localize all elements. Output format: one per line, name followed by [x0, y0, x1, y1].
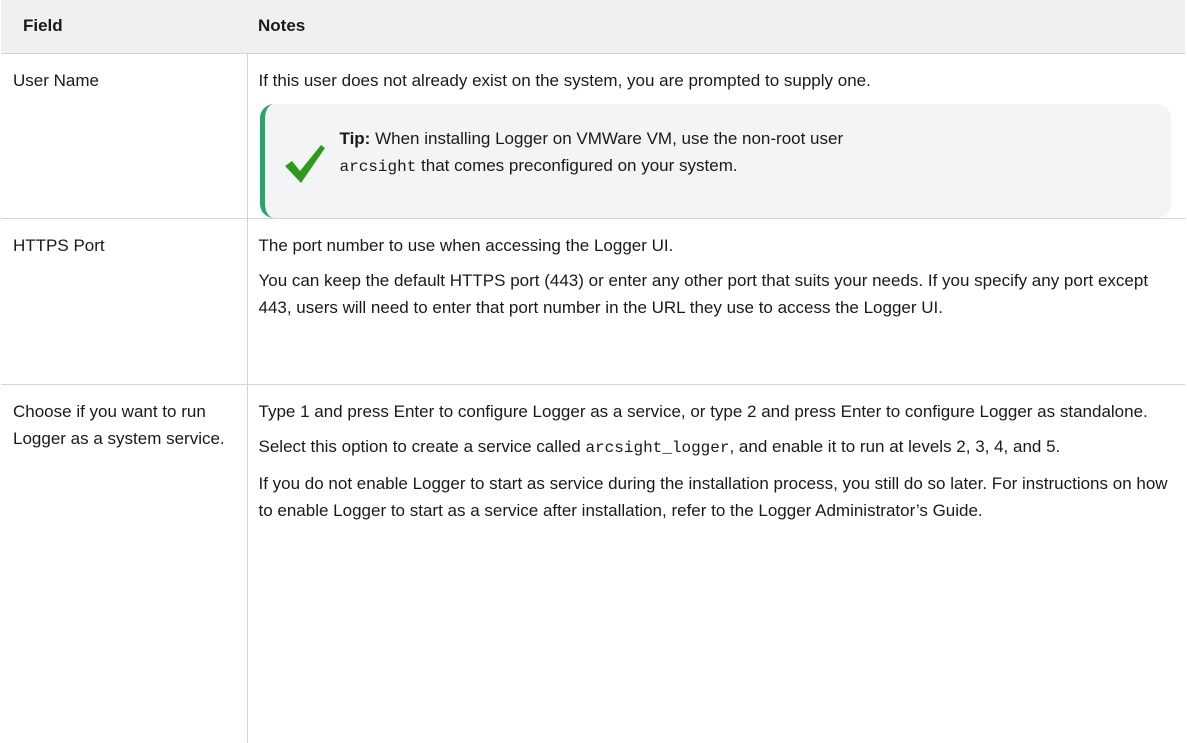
notes-paragraph: If this user does not already exist on t…: [258, 70, 871, 90]
tip-box: Tip: When installing Logger on VMWare VM…: [259, 103, 1171, 218]
notes-paragraph: You can keep the default HTTPS port (443…: [258, 270, 1149, 317]
header-field: Field: [1, 0, 247, 54]
tip-code: arcsight: [339, 157, 417, 176]
tip-text-after: that comes preconfigured on your system.: [416, 155, 738, 175]
notes-cell: If this user does not already exist on t…: [247, 53, 1185, 219]
field-cell: HTTPS Port: [1, 218, 248, 385]
notes-paragraph: If you do not enable Logger to start as …: [258, 473, 1168, 520]
tip-text: Tip: When installing Logger on VMWare VM…: [340, 125, 1152, 181]
header-row: Field Notes: [1, 0, 1185, 54]
tip-text-before: When installing Logger on VMWare VM, use…: [370, 128, 844, 148]
notes-cell: The port number to use when accessing th…: [247, 218, 1185, 385]
table-row-https-port: HTTPS Port The port number to use when a…: [1, 218, 1185, 385]
service-name-code: arcsight_logger: [585, 438, 730, 457]
tip-label: Tip:: [339, 128, 371, 148]
notes-text-after: , and enable it to run at levels 2, 3, 4…: [729, 436, 1061, 456]
table-row-system-service: Choose if you want to run Logger as a sy…: [1, 384, 1185, 743]
notes-text-before: Select this option to create a service c…: [258, 436, 586, 456]
document-page: Field Notes User Name If this user does …: [1, 0, 1185, 743]
fields-table: Field Notes User Name If this user does …: [1, 0, 1185, 743]
field-cell: Choose if you want to run Logger as a sy…: [1, 384, 248, 743]
notes-cell: Type 1 and press Enter to configure Logg…: [247, 384, 1185, 743]
header-notes: Notes: [247, 0, 1185, 54]
notes-paragraph: Select this option to create a service c…: [259, 433, 1172, 462]
table-row-user-name: User Name If this user does not already …: [1, 53, 1185, 219]
notes-paragraph: The port number to use when accessing th…: [258, 235, 674, 255]
notes-paragraph: Type 1 and press Enter to configure Logg…: [258, 401, 1148, 421]
checkmark-icon: [283, 142, 327, 186]
table-header: Field Notes: [1, 0, 1185, 54]
field-cell: User Name: [1, 53, 248, 219]
